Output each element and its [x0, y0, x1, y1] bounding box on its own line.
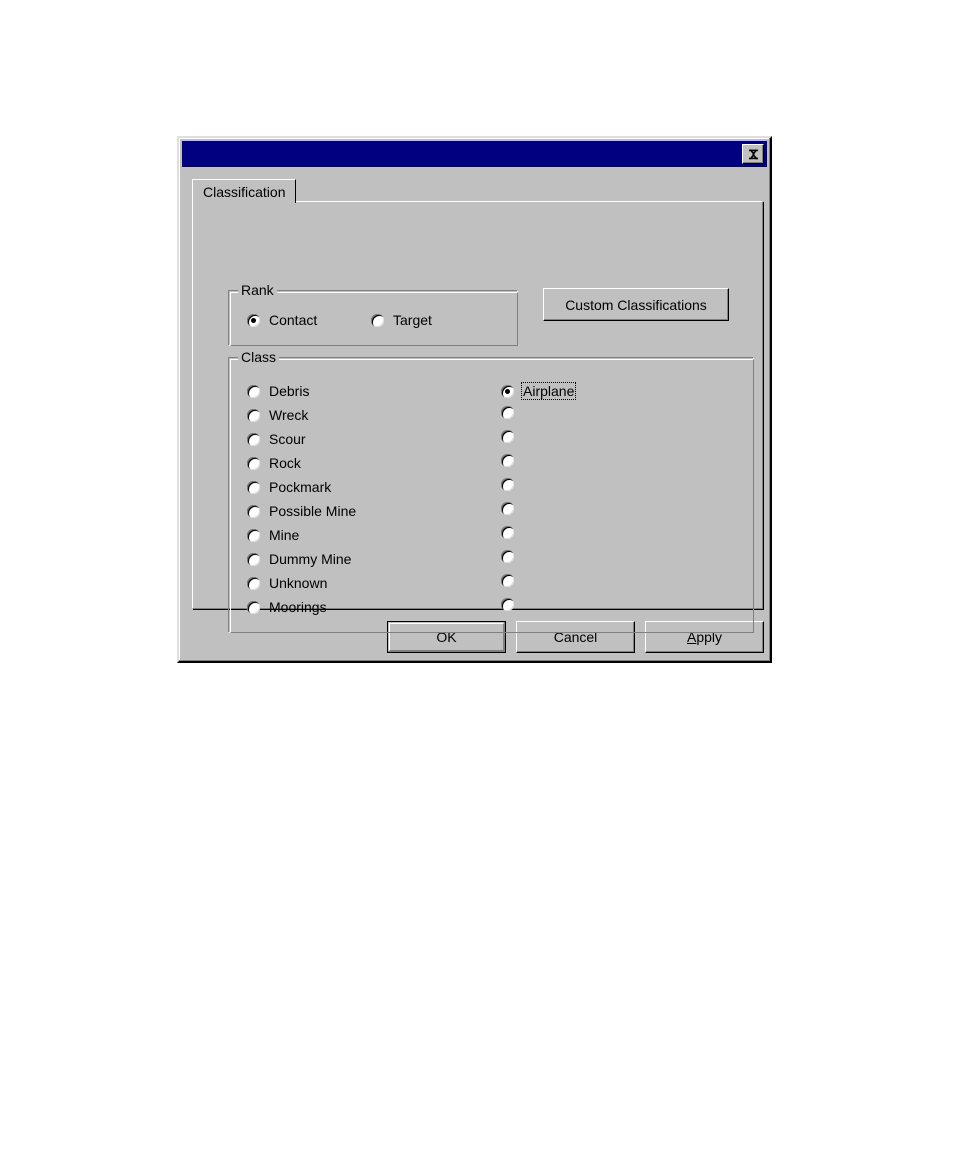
classification-dialog: Classification Rank Contact Target Custo… [177, 136, 772, 663]
radio-class-possible-mine[interactable]: Possible Mine [247, 502, 358, 520]
close-icon [748, 149, 759, 160]
radio-indicator-icon [501, 598, 514, 611]
radio-label [521, 460, 525, 462]
tab-panel-classification: Rank Contact Target Custom Classificatio… [192, 201, 763, 633]
radio-label: Dummy Mine [269, 551, 352, 567]
radio-indicator-icon [247, 456, 260, 470]
radio-label: Rock [269, 455, 301, 471]
radio-indicator-icon [247, 313, 260, 327]
radio-class-unknown[interactable]: Unknown [247, 574, 329, 592]
radio-class-custom-6[interactable] [501, 502, 525, 515]
radio-class-custom-2[interactable] [501, 406, 525, 419]
radio-class-custom-3[interactable] [501, 430, 525, 443]
radio-class-airplane[interactable]: Airplane [501, 382, 577, 400]
radio-label: Target [393, 312, 432, 328]
radio-label [521, 556, 525, 558]
radio-label [521, 484, 525, 486]
radio-indicator-icon [247, 552, 260, 566]
radio-label: Airplane [521, 382, 577, 400]
radio-class-custom-5[interactable] [501, 478, 525, 491]
radio-indicator-icon [247, 408, 260, 422]
radio-indicator-icon [501, 430, 514, 443]
radio-indicator-icon [501, 406, 514, 419]
radio-class-custom-4[interactable] [501, 454, 525, 467]
radio-indicator-icon [371, 313, 384, 327]
tab-strip: Classification [192, 179, 762, 203]
radio-label: Scour [269, 431, 306, 447]
radio-class-dummy-mine[interactable]: Dummy Mine [247, 550, 353, 568]
radio-label [521, 436, 525, 438]
radio-indicator-icon [247, 480, 260, 494]
radio-indicator-icon [247, 432, 260, 446]
radio-class-custom-7[interactable] [501, 526, 525, 539]
radio-class-debris[interactable]: Debris [247, 382, 311, 400]
radio-label [521, 508, 525, 510]
rank-groupbox: Rank Contact Target [228, 282, 518, 346]
radio-label: Mine [269, 527, 300, 543]
radio-label: Pockmark [269, 479, 332, 495]
class-groupbox: Class Debris Wreck Scour Rock Pockmark P… [228, 349, 754, 633]
radio-indicator-icon [501, 574, 514, 587]
radio-class-mine[interactable]: Mine [247, 526, 301, 544]
radio-label: Moorings [269, 599, 327, 615]
radio-class-wreck[interactable]: Wreck [247, 406, 310, 424]
radio-rank-contact[interactable]: Contact [247, 311, 319, 329]
radio-indicator-icon [501, 550, 514, 563]
radio-indicator-icon [247, 576, 260, 590]
radio-class-rock[interactable]: Rock [247, 454, 303, 472]
rank-group-label: Rank [238, 282, 277, 298]
radio-indicator-icon [247, 504, 260, 518]
radio-label [521, 412, 525, 414]
radio-label: Contact [269, 312, 318, 328]
radio-class-pockmark[interactable]: Pockmark [247, 478, 333, 496]
radio-label: Unknown [269, 575, 328, 591]
radio-class-custom-8[interactable] [501, 550, 525, 563]
radio-label [521, 580, 525, 582]
radio-class-moorings[interactable]: Moorings [247, 598, 329, 616]
radio-indicator-icon [501, 526, 514, 539]
radio-label [521, 532, 525, 534]
radio-class-custom-9[interactable] [501, 574, 525, 587]
radio-indicator-icon [247, 600, 260, 614]
radio-indicator-icon [501, 502, 514, 515]
radio-indicator-icon [501, 384, 514, 398]
radio-label [521, 604, 525, 606]
custom-classifications-button[interactable]: Custom Classifications [543, 288, 729, 321]
radio-class-custom-10[interactable] [501, 598, 525, 611]
title-bar [182, 141, 767, 167]
radio-indicator-icon [501, 478, 514, 491]
class-group-label: Class [238, 349, 280, 365]
radio-class-scour[interactable]: Scour [247, 430, 308, 448]
close-button[interactable] [742, 144, 764, 164]
radio-label: Wreck [269, 407, 309, 423]
radio-label: Possible Mine [269, 503, 357, 519]
radio-rank-target[interactable]: Target [371, 311, 434, 329]
tab-classification[interactable]: Classification [192, 179, 297, 203]
radio-indicator-icon [247, 384, 260, 398]
radio-indicator-icon [501, 454, 514, 467]
radio-indicator-icon [247, 528, 260, 542]
radio-label: Debris [269, 383, 310, 399]
